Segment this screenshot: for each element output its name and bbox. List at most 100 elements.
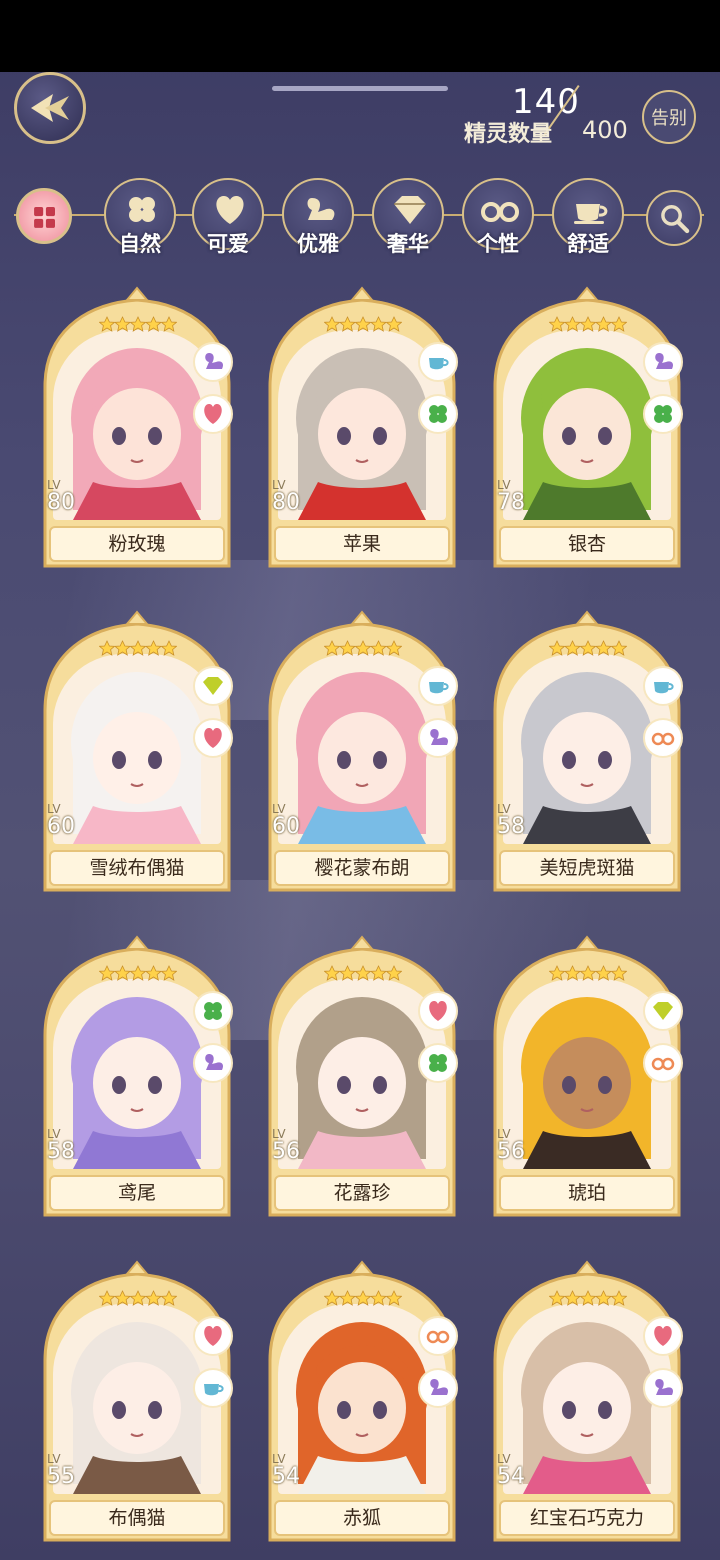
level-value: 80 [272,490,300,515]
level-value: 80 [47,490,75,515]
spirit-name: 琥珀 [499,1175,675,1211]
back-button[interactable] [14,72,86,144]
filter-nature-button[interactable]: 自然 [104,178,176,256]
search-button[interactable] [646,190,702,246]
trait-badge [643,991,683,1031]
trait-badge [643,1043,683,1083]
star-rating [324,965,402,981]
star-rating [99,316,177,332]
spirit-card[interactable]: LV 54 红宝石巧克力 [491,1260,683,1544]
drag-handle[interactable] [272,86,448,91]
star-rating [549,316,627,332]
teacup-icon [429,682,449,694]
teacup-icon [574,204,608,224]
trait-badge [193,1368,233,1408]
teacup-icon [654,682,674,694]
star-rating [549,1290,627,1306]
clover-icon [204,1002,222,1020]
spirit-card[interactable]: LV 60 雪绒布偶猫 [41,610,233,894]
level-value: 54 [272,1464,300,1489]
trait-badge [193,342,233,382]
filter-personality-button[interactable]: 个性 [462,178,534,256]
filter-label: 个性 [477,232,519,256]
spirit-card[interactable]: LV 56 花露珍 [266,935,458,1219]
spirit-card[interactable]: LV 78 银杏 [491,286,683,570]
filter-elegant-button[interactable]: 优雅 [282,178,354,256]
status-bar [0,0,720,72]
clover-icon [429,1054,447,1072]
level-value: 60 [272,814,300,839]
back-arrow-icon [31,94,69,122]
diamond-icon [653,1002,673,1020]
clover-icon [129,197,155,222]
trait-badge [418,394,458,434]
filter-label: 自然 [119,232,161,256]
spirit-card[interactable]: LV 58 美短虎斑猫 [491,610,683,894]
star-rating [324,640,402,656]
heart-icon [654,1326,672,1346]
trait-badge [643,1368,683,1408]
star-rating [99,1290,177,1306]
spirit-card[interactable]: LV 58 鸢尾 [41,935,233,1219]
heart-icon [429,1001,447,1021]
trait-badge [193,991,233,1031]
clover-icon [429,405,447,423]
filter-label: 舒适 [567,232,609,256]
search-icon [661,205,690,234]
trait-badge [418,1043,458,1083]
spirit-name: 苹果 [274,526,450,562]
clover-icon [654,405,672,423]
spirit-name: 美短虎斑猫 [499,850,675,886]
spirit-card[interactable]: LV 60 樱花蒙布朗 [266,610,458,894]
filter-cute-button[interactable]: 可爱 [192,178,264,256]
spirit-name: 鸢尾 [49,1175,225,1211]
glasses-icon [651,732,675,746]
spirit-name: 银杏 [499,526,675,562]
swan-icon [430,729,449,745]
trait-badge [643,342,683,382]
filter-label: 奢华 [387,232,429,256]
teacup-icon [204,1384,224,1396]
glasses-icon [651,1057,675,1071]
trait-badge [643,394,683,434]
trait-badge [643,718,683,758]
filter-all-button[interactable] [16,188,72,244]
diamond-icon [394,196,426,224]
star-rating [549,640,627,656]
star-rating [549,965,627,981]
glasses-icon [426,1330,450,1344]
trait-badge [418,666,458,706]
level-value: 78 [497,490,525,515]
spirit-name: 红宝石巧克力 [499,1500,675,1536]
level-value: 58 [497,814,525,839]
level-value: 56 [272,1139,300,1164]
trait-badge [643,1316,683,1356]
spirit-card[interactable]: LV 54 赤狐 [266,1260,458,1544]
filter-luxury-button[interactable]: 奢华 [372,178,444,256]
spirit-card[interactable]: LV 80 苹果 [266,286,458,570]
trait-badge [418,991,458,1031]
spirit-name: 花露珍 [274,1175,450,1211]
star-rating [99,640,177,656]
swan-icon [307,198,335,220]
spirit-card[interactable]: LV 55 布偶猫 [41,1260,233,1544]
spirit-name: 樱花蒙布朗 [274,850,450,886]
spirit-card[interactable]: LV 80 粉玫瑰 [41,286,233,570]
filter-comfort-button[interactable]: 舒适 [552,178,624,256]
trait-badge [193,394,233,434]
trait-badge [193,1043,233,1083]
trait-badge [193,1316,233,1356]
star-rating [99,965,177,981]
spirit-card[interactable]: LV 56 琥珀 [491,935,683,1219]
goodbye-button[interactable]: 告别 [642,90,696,144]
spirit-name: 雪绒布偶猫 [49,850,225,886]
level-value: 55 [47,1464,75,1489]
heart-icon [216,196,244,224]
heart-icon [204,1326,222,1346]
spirit-name: 布偶猫 [49,1500,225,1536]
glasses-icon [481,202,519,222]
swan-icon [430,1379,449,1395]
level-value: 54 [497,1464,525,1489]
trait-badge [643,666,683,706]
trait-badge [418,342,458,382]
